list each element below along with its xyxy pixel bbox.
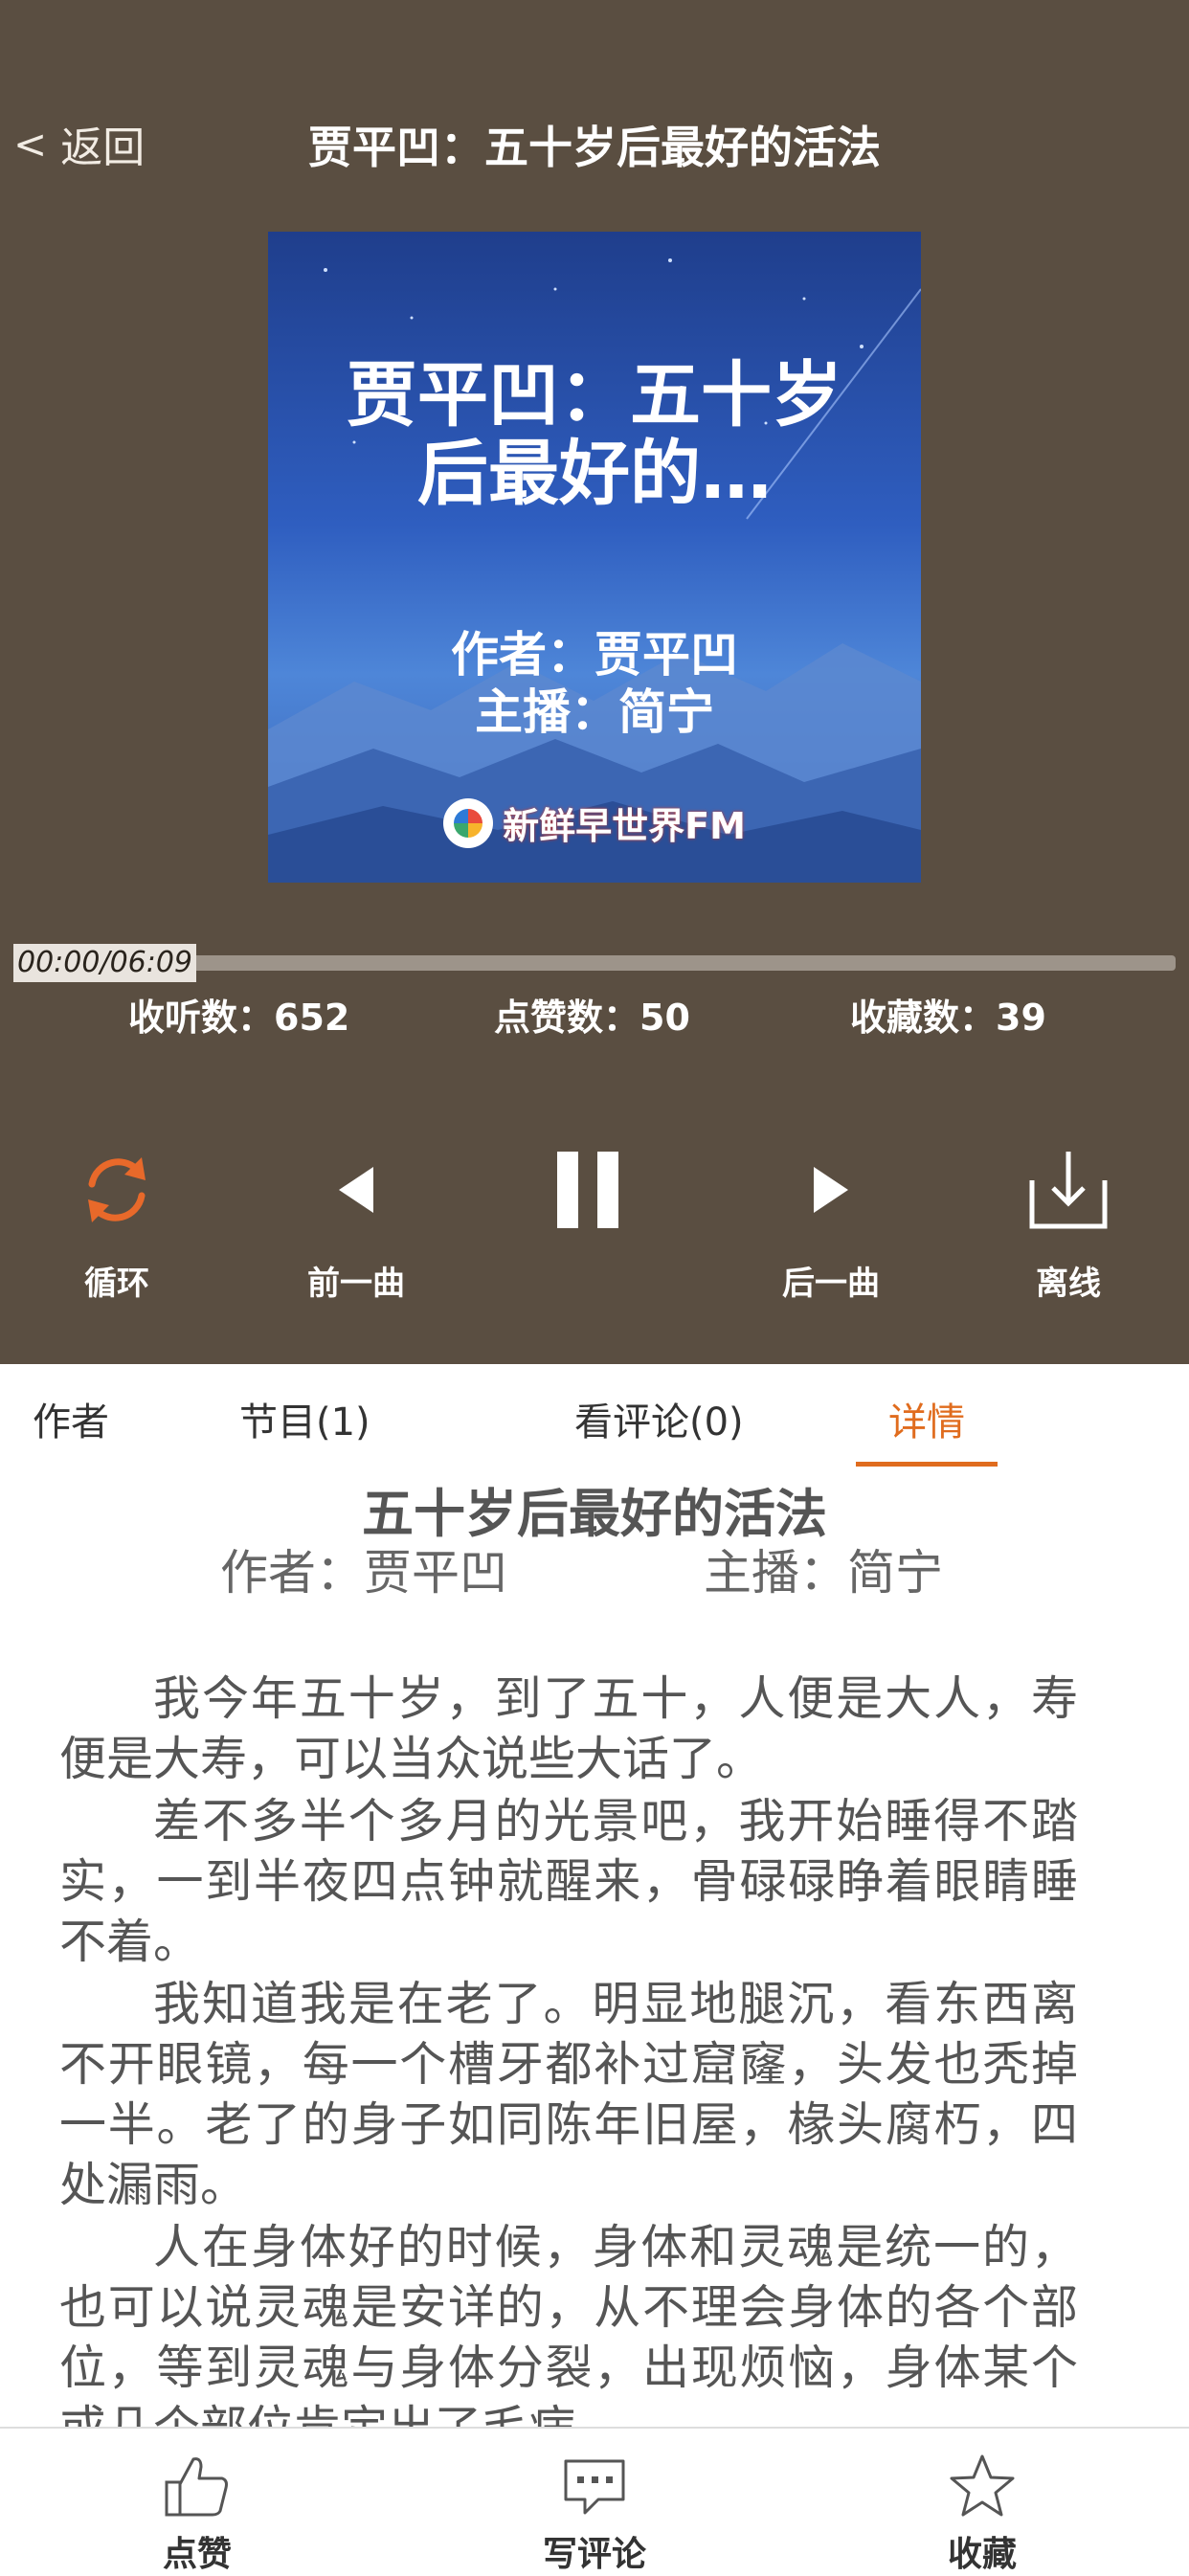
article-paragraph: 人在身体好的时候，身体和灵魂是统一的，也可以说灵魂是安详的，从不理会身体的各个部…: [59, 2220, 1078, 2427]
favorite-button[interactable]: 收藏: [886, 2452, 1078, 2576]
tab-author[interactable]: 作者: [33, 1391, 109, 1446]
next-label: 后一曲: [782, 1265, 880, 1303]
pause-icon: [557, 1152, 618, 1228]
chevron-left-icon: <: [13, 120, 48, 168]
back-label: 返回: [60, 123, 146, 172]
player-panel: < 返回 贾平凹：五十岁后最好的活法 贾平凹：五十岁后最好的… 作者：贾平凹 主…: [0, 0, 1189, 1364]
like-button[interactable]: 点赞: [101, 2452, 293, 2576]
like-count-label: 点赞数：: [494, 996, 640, 1039]
article-body: 我今年五十岁，到了五十，人便是大人，寿便是大寿，可以当众说些大话了。 差不多半个…: [59, 1669, 1078, 2427]
cover-art: 贾平凹：五十岁后最好的… 作者：贾平凹 主播：简宁 新鲜早世界FM: [268, 232, 921, 883]
article-paragraph: 我知道我是在老了。明显地腿沉，看东西离不开眼镜，每一个槽牙都补过窟窿，头发也秃掉…: [59, 1977, 1078, 2212]
write-comment-button[interactable]: 写评论: [499, 2452, 690, 2576]
next-button[interactable]: 后一曲: [745, 1144, 917, 1304]
like-label: 点赞: [162, 2534, 232, 2574]
cover-logo-text: 新鲜早世界FM: [503, 805, 746, 847]
comment-icon: [564, 2459, 625, 2515]
like-count: 点赞数：50: [494, 988, 690, 1041]
back-button[interactable]: < 返回: [13, 113, 145, 174]
bottom-action-bar: 点赞 写评论 收藏: [0, 2427, 1189, 2575]
article-title: 五十岁后最好的活法: [362, 1483, 827, 1544]
favorite-count-value: 39: [996, 997, 1046, 1039]
tab-comments[interactable]: 看评论(0): [574, 1391, 744, 1446]
write-comment-label: 写评论: [542, 2534, 646, 2574]
download-icon: [1029, 1152, 1108, 1229]
details-content[interactable]: 五十岁后最好的活法 作者：贾平凹 主播：简宁 我今年五十岁，到了五十，人便是大人…: [0, 1469, 1189, 2427]
article-paragraph: 差不多半个多月的光景吧，我开始睡得不踏实，一到半夜四点钟就醒来，骨碌碌睁着眼睛睡…: [59, 1794, 1078, 1969]
star-icon: [950, 2454, 1015, 2517]
prev-button[interactable]: 前一曲: [270, 1144, 442, 1304]
tab-details[interactable]: 详情: [888, 1391, 965, 1446]
favorite-count: 收藏数：39: [850, 988, 1046, 1041]
cover-logo: 新鲜早世界FM: [268, 796, 921, 849]
loop-label: 循环: [84, 1265, 149, 1303]
offline-label: 离线: [1036, 1265, 1101, 1303]
favorite-label: 收藏: [947, 2534, 1017, 2574]
cover-title: 贾平凹：五十岁后最好的…: [347, 354, 842, 515]
loop-icon: [88, 1157, 146, 1222]
loop-button[interactable]: 循环: [31, 1144, 203, 1304]
listen-count-label: 收听数：: [128, 996, 275, 1039]
page-title: 贾平凹：五十岁后最好的活法: [308, 122, 881, 173]
favorite-count-label: 收藏数：: [850, 996, 997, 1039]
cover-author: 作者：贾平凹: [451, 627, 738, 683]
fm-logo-icon: [443, 797, 494, 848]
article-paragraph: 我今年五十岁，到了五十，人便是大人，寿便是大寿，可以当众说些大话了。: [59, 1671, 1078, 1786]
listen-count-value: 652: [274, 997, 350, 1039]
cover-anchor: 主播：简宁: [475, 684, 714, 740]
tab-bar: 作者 节目(1) 看评论(0) 详情: [0, 1364, 1189, 1469]
active-tab-indicator: [856, 1462, 998, 1467]
offline-button[interactable]: 离线: [982, 1144, 1155, 1304]
like-count-value: 50: [639, 997, 690, 1039]
cover-background: [268, 258, 921, 883]
article-author: 作者：贾平凹: [220, 1545, 507, 1601]
prev-label: 前一曲: [307, 1265, 405, 1303]
time-readout: 00:00/06:09: [13, 944, 197, 982]
article-anchor: 主播：简宁: [704, 1545, 943, 1601]
previous-icon: [339, 1167, 373, 1213]
pause-button[interactable]: [502, 1144, 674, 1236]
tab-programs[interactable]: 节目(1): [239, 1391, 370, 1446]
cover-meta: 作者：贾平凹 主播：简宁: [268, 626, 921, 741]
listen-count: 收听数：652: [128, 988, 349, 1041]
thumbs-up-icon: [165, 2457, 228, 2517]
next-icon: [814, 1167, 848, 1213]
